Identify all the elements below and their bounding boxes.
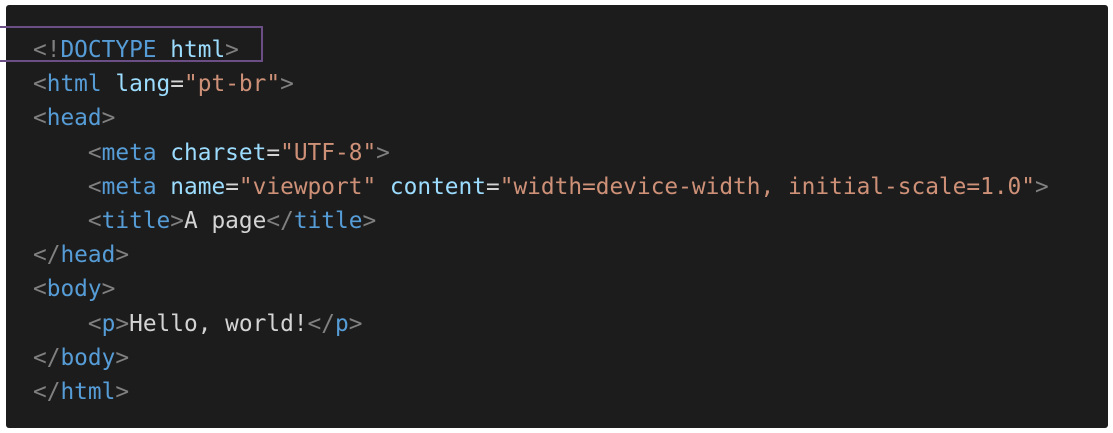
code-token: p <box>101 310 116 337</box>
code-line: <meta charset="UTF-8"> <box>33 136 1049 170</box>
code-token: = <box>485 173 500 200</box>
code-token: > <box>115 242 130 269</box>
code-token: > <box>170 207 184 234</box>
code-line: </head> <box>33 238 1049 272</box>
code-token: Hello, world! <box>129 310 308 337</box>
code-token: < <box>87 207 102 234</box>
code-token: = <box>266 139 281 166</box>
code-token: "viewport" <box>238 173 377 200</box>
code-token: title <box>101 207 171 234</box>
code-token: "UTF-8" <box>280 139 377 166</box>
code-token: > <box>1035 173 1049 200</box>
code-token: html <box>46 71 102 98</box>
code-token: "width=device-width, initial-scale=1.0" <box>499 173 1035 200</box>
code-token: </ <box>33 344 61 371</box>
code-line: <meta name="viewport" content="width=dev… <box>33 170 1049 204</box>
code-line: </body> <box>33 341 1049 375</box>
code-token: > <box>115 344 130 371</box>
code-token: > <box>362 207 377 234</box>
code-token: "pt-br" <box>184 71 281 98</box>
code-token: > <box>280 71 294 98</box>
code-token: head <box>46 105 102 132</box>
code-token: charset <box>170 139 267 166</box>
doctype-highlight-box <box>0 26 263 62</box>
code-token: > <box>115 310 130 337</box>
code-token: < <box>33 105 47 132</box>
code-line: <body> <box>33 272 1049 306</box>
code-token: html <box>60 378 116 405</box>
code-token: name <box>170 173 226 200</box>
code-token: p <box>335 310 349 337</box>
code-line: <title>A page</title> <box>33 204 1049 238</box>
code-token: A page <box>184 207 267 234</box>
code-token: > <box>101 276 116 303</box>
code-token: < <box>87 310 102 337</box>
code-token: > <box>115 378 130 405</box>
code-token: body <box>60 344 116 371</box>
code-token: meta <box>101 139 157 166</box>
code-token: title <box>293 207 363 234</box>
code-token: lang <box>115 71 171 98</box>
code-token: </ <box>307 310 335 337</box>
code-token: </ <box>266 207 294 234</box>
code-token: head <box>60 242 116 269</box>
code-line: </html> <box>33 375 1049 409</box>
code-token: > <box>376 139 390 166</box>
code-token: body <box>46 276 102 303</box>
code-token: > <box>348 310 363 337</box>
code-token: = <box>225 173 239 200</box>
code-token: </ <box>33 242 61 269</box>
code-line: <p>Hello, world!</p> <box>33 307 1049 341</box>
code-line: <html lang="pt-br"> <box>33 67 1049 101</box>
code-lines: <!DOCTYPE html> <html lang="pt-br"> <head>… <box>33 33 1049 409</box>
code-token: </ <box>33 378 61 405</box>
code-block: <!DOCTYPE html> <html lang="pt-br"> <head>… <box>6 5 1108 428</box>
code-token: = <box>170 71 185 98</box>
code-token: meta <box>101 173 157 200</box>
code-token: content <box>389 173 486 200</box>
code-token: < <box>33 276 47 303</box>
code-line: <head> <box>33 101 1049 135</box>
code-token: < <box>87 173 102 200</box>
code-token: < <box>87 139 102 166</box>
code-token: < <box>33 71 47 98</box>
code-token: > <box>101 105 116 132</box>
